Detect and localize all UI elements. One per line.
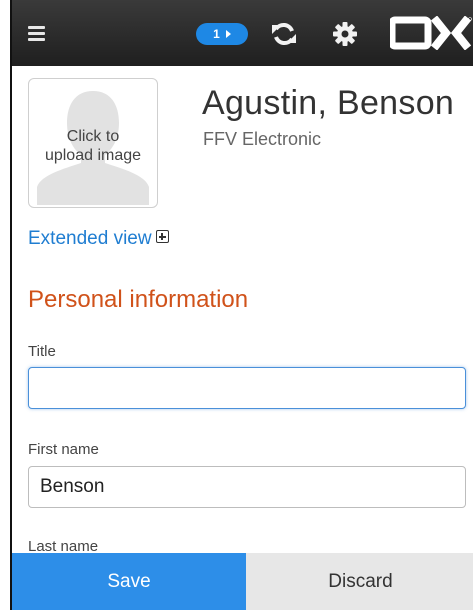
gear-icon[interactable] xyxy=(332,21,358,47)
upload-label-line1: Click to xyxy=(66,128,120,145)
extended-view-label: Extended view xyxy=(28,228,152,249)
chevron-right-icon xyxy=(225,30,231,38)
notification-badge[interactable]: 1 xyxy=(196,23,248,45)
top-bar: 1 xyxy=(12,0,473,66)
title-input[interactable] xyxy=(28,367,466,409)
action-bar: Save Discard xyxy=(12,553,473,610)
ox-logo xyxy=(390,16,472,50)
title-label: Title xyxy=(28,343,56,360)
badge-count: 1 xyxy=(213,27,220,41)
plus-square-icon xyxy=(155,230,169,243)
contact-company: FFV Electronic xyxy=(203,129,322,149)
section-title-personal-information: Personal information xyxy=(28,286,249,313)
app-window: 1 Click to upload image Agustin, Benson … xyxy=(10,0,473,610)
refresh-icon[interactable] xyxy=(270,20,298,48)
contact-photo-upload[interactable]: Click to upload image xyxy=(28,78,158,208)
upload-image-label: Click to upload image xyxy=(29,127,157,165)
upload-label-line2: upload image xyxy=(44,147,142,164)
hamburger-menu-icon[interactable] xyxy=(28,26,45,41)
first-name-input[interactable] xyxy=(28,466,466,508)
discard-button[interactable]: Discard xyxy=(246,553,473,610)
first-name-label: First name xyxy=(28,441,99,458)
contact-full-name: Agustin, Benson xyxy=(202,84,455,122)
extended-view-link[interactable]: Extended view xyxy=(28,228,169,250)
save-button[interactable]: Save xyxy=(12,553,246,610)
